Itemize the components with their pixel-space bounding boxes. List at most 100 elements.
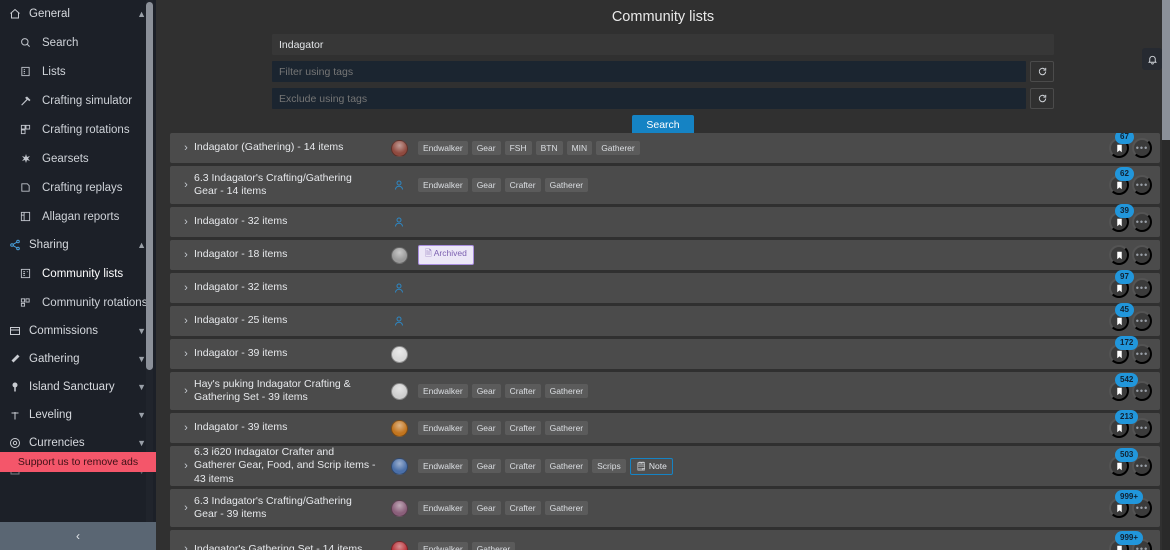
exclude-tags-input[interactable]	[272, 88, 1026, 109]
more-options-button[interactable]: •••	[1132, 311, 1152, 331]
tag-crafter[interactable]: Crafter	[505, 501, 541, 515]
tag-gear[interactable]: Gear	[472, 501, 501, 515]
sidebar-item-allagan-reports[interactable]: Allagan reports	[0, 202, 156, 231]
sidebar-collapse-button[interactable]: ‹	[0, 522, 156, 550]
table-row[interactable]: ›Indagator - 39 items172•••	[170, 339, 1160, 369]
search-button[interactable]: Search	[632, 115, 693, 135]
community-lists-container: ›Indagator (Gathering) - 14 itemsEndwalk…	[170, 133, 1160, 550]
tag-gear[interactable]: Gear	[472, 421, 501, 435]
tag-gatherer[interactable]: Gatherer	[472, 542, 516, 550]
tag-endwalker[interactable]: Endwalker	[418, 501, 468, 515]
more-options-button[interactable]: •••	[1132, 175, 1152, 195]
support-us-banner[interactable]: Support us to remove ads	[0, 452, 156, 472]
tag-crafter[interactable]: Crafter	[505, 459, 541, 473]
sidebar-group-leveling[interactable]: Leveling ▼	[0, 401, 156, 429]
sidebar-group-commissions[interactable]: Commissions ▼	[0, 317, 156, 345]
tag-endwalker[interactable]: Endwalker	[418, 542, 468, 550]
avatar	[384, 179, 414, 192]
user-icon	[393, 282, 406, 295]
sidebar-group-commissions-label: Commissions	[29, 325, 137, 337]
bookmark-icon	[1115, 317, 1124, 326]
sidebar-item-gearsets[interactable]: Gearsets	[0, 144, 156, 173]
table-row[interactable]: ›6.3 Indagator's Crafting/Gathering Gear…	[170, 489, 1160, 527]
reset-exclude-tags-button[interactable]	[1030, 88, 1054, 109]
chevron-right-icon[interactable]: ›	[178, 179, 194, 191]
chevron-right-icon[interactable]: ›	[178, 282, 194, 294]
sidebar-item-crafting-replays[interactable]: Crafting replays	[0, 173, 156, 202]
more-options-button[interactable]: •••	[1132, 278, 1152, 298]
chevron-right-icon[interactable]: ›	[178, 348, 194, 360]
favorite-button[interactable]	[1109, 245, 1129, 265]
tag-gear[interactable]: Gear	[472, 384, 501, 398]
chevron-right-icon[interactable]: ›	[178, 142, 194, 154]
table-row[interactable]: ›6.3 i620 Indagator Crafter and Gatherer…	[170, 446, 1160, 486]
sidebar-item-allagan-reports-label: Allagan reports	[42, 211, 119, 223]
sidebar-item-community-lists[interactable]: Community lists	[0, 259, 156, 288]
main-scrollbar-thumb[interactable]	[1162, 0, 1170, 140]
chevron-right-icon[interactable]: ›	[178, 422, 194, 434]
tag-gear[interactable]: Gear	[472, 178, 501, 192]
table-row[interactable]: ›Indagator (Gathering) - 14 itemsEndwalk…	[170, 133, 1160, 163]
tag-btn[interactable]: BTN	[536, 141, 563, 155]
tag-gatherer[interactable]: Gatherer	[545, 459, 589, 473]
sidebar-item-search[interactable]: Search	[0, 28, 156, 57]
favorites-count-badge: 172	[1115, 336, 1138, 350]
tag-gatherer[interactable]: Gatherer	[545, 421, 589, 435]
chevron-right-icon[interactable]: ›	[178, 502, 194, 514]
tag-note[interactable]: 🗒 Note	[630, 458, 673, 475]
table-row[interactable]: ›Hay's puking Indagator Crafting & Gathe…	[170, 372, 1160, 410]
chevron-right-icon[interactable]: ›	[178, 543, 194, 550]
bookmark-icon	[1115, 545, 1124, 550]
more-options-button[interactable]: •••	[1132, 245, 1152, 265]
sidebar-group-gathering[interactable]: Gathering ▼	[0, 345, 156, 373]
table-row[interactable]: ›Indagator - 18 items🗎 Archived•••	[170, 240, 1160, 270]
chevron-right-icon[interactable]: ›	[178, 249, 194, 261]
search-name-input[interactable]	[272, 34, 1054, 55]
tag-gear[interactable]: Gear	[472, 459, 501, 473]
coin-icon	[9, 437, 29, 449]
table-row[interactable]: ›Indagator's Gathering Set - 14 itemsEnd…	[170, 530, 1160, 550]
tag-crafter[interactable]: Crafter	[505, 421, 541, 435]
tag-crafter[interactable]: Crafter	[505, 384, 541, 398]
table-row[interactable]: ›Indagator - 32 items97•••	[170, 273, 1160, 303]
tag-fsh[interactable]: FSH	[505, 141, 532, 155]
sidebar-scrollbar-thumb[interactable]	[146, 2, 153, 370]
sidebar-item-crafting-rotations[interactable]: Crafting rotations	[0, 115, 156, 144]
table-row[interactable]: ›Indagator - 32 items39•••	[170, 207, 1160, 237]
chevron-down-icon: ▼	[137, 382, 146, 392]
tag-scrips[interactable]: Scrips	[592, 459, 626, 473]
chevron-right-icon[interactable]: ›	[178, 315, 194, 327]
tag-gatherer[interactable]: Gatherer	[545, 384, 589, 398]
sidebar-item-lists[interactable]: Lists	[0, 57, 156, 86]
table-row[interactable]: ›Indagator - 39 itemsEndwalkerGearCrafte…	[170, 413, 1160, 443]
tag-endwalker[interactable]: Endwalker	[418, 141, 468, 155]
sidebar-group-island-sanctuary[interactable]: Island Sanctuary ▼	[0, 373, 156, 401]
tag-gatherer[interactable]: Gatherer	[545, 178, 589, 192]
table-row[interactable]: ›6.3 Indagator's Crafting/Gathering Gear…	[170, 166, 1160, 204]
sidebar-group-sharing[interactable]: Sharing ▲	[0, 231, 156, 259]
notifications-button[interactable]	[1142, 48, 1162, 70]
sidebar-item-crafting-simulator[interactable]: Crafting simulator	[0, 86, 156, 115]
tag-endwalker[interactable]: Endwalker	[418, 421, 468, 435]
chevron-right-icon[interactable]: ›	[178, 460, 194, 472]
more-options-button[interactable]: •••	[1132, 138, 1152, 158]
tag-min[interactable]: MIN	[567, 141, 593, 155]
sidebar-item-community-rotations[interactable]: Community rotations	[0, 288, 156, 317]
reset-filter-tags-button[interactable]	[1030, 61, 1054, 82]
tag-gatherer[interactable]: Gatherer	[596, 141, 640, 155]
tag-endwalker[interactable]: Endwalker	[418, 459, 468, 473]
sidebar-group-gathering-label: Gathering	[29, 353, 137, 365]
tag-endwalker[interactable]: Endwalker	[418, 178, 468, 192]
sidebar-group-general[interactable]: General ▲	[0, 0, 156, 28]
sidebar-group-island-sanctuary-label: Island Sanctuary	[29, 381, 137, 393]
tag-gatherer[interactable]: Gatherer	[545, 501, 589, 515]
chevron-right-icon[interactable]: ›	[178, 216, 194, 228]
tag-gear[interactable]: Gear	[472, 141, 501, 155]
chevron-right-icon[interactable]: ›	[178, 385, 194, 397]
more-options-button[interactable]: •••	[1132, 212, 1152, 232]
tag-endwalker[interactable]: Endwalker	[418, 384, 468, 398]
filter-tags-input[interactable]	[272, 61, 1026, 82]
tag-archived[interactable]: 🗎 Archived	[418, 245, 474, 265]
tag-crafter[interactable]: Crafter	[505, 178, 541, 192]
table-row[interactable]: ›Indagator - 25 items45•••	[170, 306, 1160, 336]
